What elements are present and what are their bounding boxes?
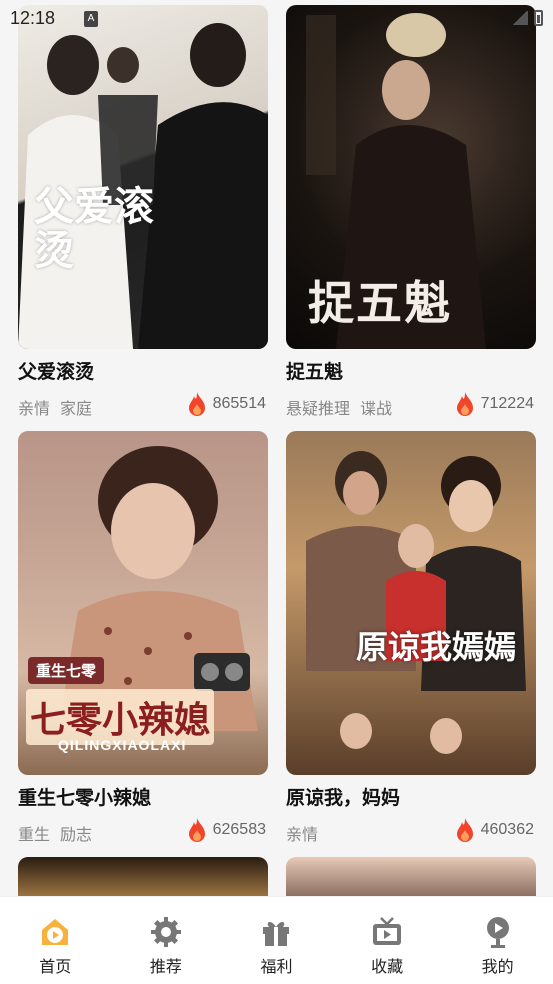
poster[interactable]: 重生七零 七零小辣媳 QILINGXIAOLAXI: [18, 431, 268, 775]
drama-card[interactable]: 父爱滚烫 父爱滚烫 亲情 家庭 865514: [18, 5, 268, 418]
user-icon: [486, 917, 509, 948]
heat-number: 460362: [480, 821, 534, 838]
heat-number: 712224: [480, 395, 534, 412]
tab-welfare[interactable]: 福利: [221, 897, 332, 984]
poster-art: [18, 23, 268, 349]
gear-icon: [150, 917, 181, 947]
heat-number: 865514: [212, 395, 266, 412]
tab-label: 我的: [481, 957, 514, 976]
tag: 亲情: [18, 399, 51, 418]
battery-icon: [534, 10, 543, 26]
gift-icon: [263, 922, 290, 946]
tab-label: 福利: [260, 957, 293, 976]
drama-tags: 重生 励志: [18, 821, 92, 845]
status-bar: 12:18 A: [0, 0, 553, 36]
poster-art: [306, 451, 526, 754]
signal-icon: [512, 11, 528, 25]
tab-recommend[interactable]: 推荐: [111, 897, 222, 984]
drama-title[interactable]: 父爱滚烫: [18, 357, 94, 384]
drama-tags: 悬疑推理 谍战: [286, 395, 392, 419]
home-play-icon: [42, 919, 69, 945]
drama-card[interactable]: 捉五魁 捉五魁 悬疑推理 谍战 712224: [286, 5, 536, 418]
drama-card[interactable]: 重生七零 七零小辣媳 QILINGXIAOLAXI 重生七零小辣媳 重生 励志 6…: [18, 431, 268, 844]
status-indicators: [512, 10, 543, 26]
drama-tags: 亲情: [286, 821, 318, 845]
tv-icon: [373, 917, 402, 945]
tab-label: 推荐: [149, 957, 182, 976]
heat-count: 626583: [187, 817, 266, 843]
drama-card[interactable]: 原谅我嫣嫣 原谅我，妈妈 亲情 460362: [286, 431, 536, 844]
tab-label: 收藏: [371, 957, 404, 976]
notification-icon: A: [84, 11, 98, 27]
drama-title[interactable]: 原谅我，妈妈: [286, 783, 400, 810]
poster[interactable]: 父爱滚烫: [18, 5, 268, 349]
poster[interactable]: 原谅我嫣嫣: [286, 431, 536, 775]
tab-home[interactable]: 首页: [0, 897, 111, 984]
tag: 励志: [60, 825, 93, 844]
poster-title: 父爱滚烫: [34, 183, 154, 274]
poster[interactable]: 捉五魁: [286, 5, 536, 349]
flame-icon: [456, 818, 473, 842]
drama-title[interactable]: 捉五魁: [286, 357, 343, 384]
tag: 悬疑推理: [286, 399, 351, 418]
flame-icon: [188, 818, 205, 842]
drama-title[interactable]: 重生七零小辣媳: [18, 783, 151, 810]
poster-title: 捉五魁: [308, 276, 452, 330]
drama-tags: 亲情 家庭: [18, 395, 92, 419]
heat-number: 626583: [212, 821, 266, 838]
flame-icon: [456, 392, 473, 416]
tag: 重生: [18, 825, 51, 844]
heat-count: 460362: [455, 817, 534, 843]
poster-title: 原谅我嫣嫣: [356, 628, 517, 666]
poster-subtitle: 重生七零: [28, 657, 105, 684]
tag: 谍战: [360, 399, 393, 418]
status-time: 12:18: [10, 8, 56, 28]
tag: 亲情: [286, 825, 319, 844]
tag: 家庭: [60, 399, 93, 418]
tab-me[interactable]: 我的: [442, 897, 553, 984]
bottom-tab-bar: 首页 推荐 福利 收藏 我的: [0, 896, 553, 984]
tab-favorites[interactable]: 收藏: [332, 897, 443, 984]
tab-label: 首页: [39, 957, 72, 976]
poster-latin: QILINGXIAOLAXI: [58, 737, 187, 753]
heat-count: 712224: [455, 391, 534, 417]
heat-count: 865514: [187, 391, 266, 417]
flame-icon: [188, 392, 205, 416]
